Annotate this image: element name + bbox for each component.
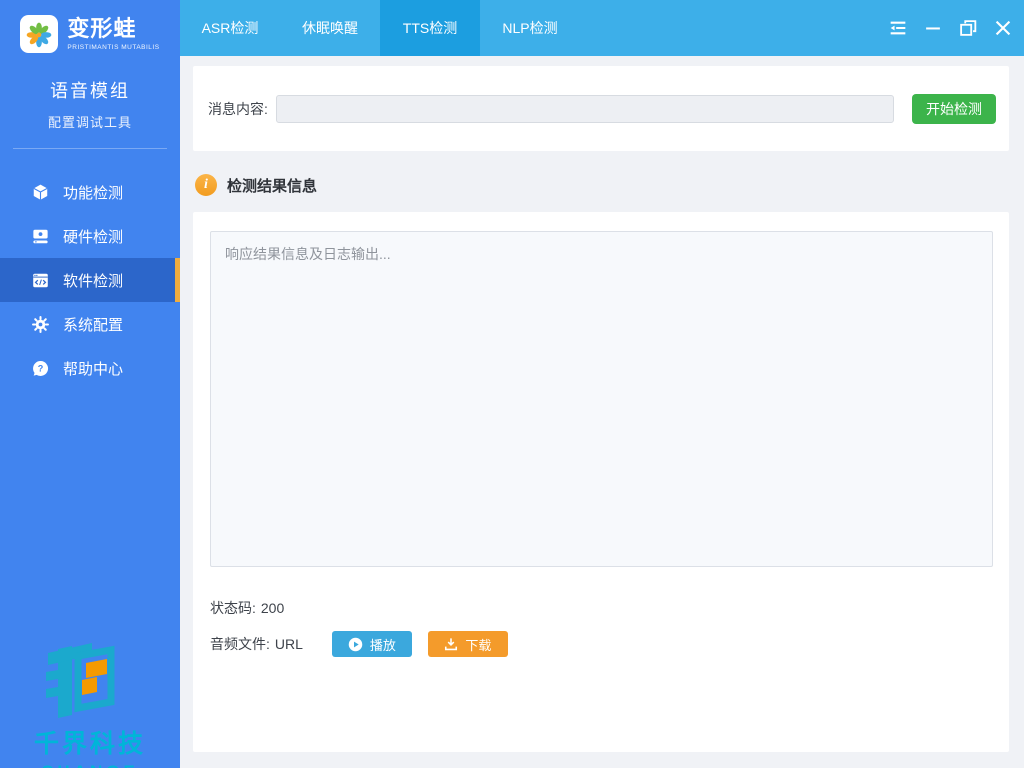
hardware-icon bbox=[33, 229, 48, 243]
maximize-icon bbox=[960, 20, 977, 36]
collapse-menu-button[interactable] bbox=[886, 16, 910, 40]
maximize-button[interactable] bbox=[956, 16, 980, 40]
tab-tts-detection[interactable]: TTS检测 bbox=[380, 0, 480, 56]
audio-value: URL bbox=[274, 636, 303, 652]
watermark-logo: 千界科技 —CHANGE— bbox=[0, 638, 180, 768]
play-button[interactable]: 播放 bbox=[331, 631, 412, 657]
cube-icon bbox=[33, 184, 48, 200]
app-logo-text: 变形蛙 PRISTIMANTIS MUTABILIS bbox=[67, 15, 160, 52]
result-section-header: i 检测结果信息 bbox=[195, 173, 1024, 197]
result-panel: 状态码:200 音频文件:URL 播放 下载 bbox=[193, 212, 1009, 752]
help-icon: ? bbox=[33, 360, 49, 376]
sidebar-item-label: 系统配置 bbox=[63, 316, 124, 334]
main-content: 消息内容: 开始检测 i 检测结果信息 状态码:200 音频文件:URL 播放 bbox=[180, 56, 1024, 768]
message-input[interactable] bbox=[275, 94, 894, 123]
app-logo: 变形蛙 PRISTIMANTIS MUTABILIS bbox=[0, 0, 180, 53]
sidebar-nav: 功能检测 硬件检测 软件检测 系统配置 ? 帮助中心 bbox=[0, 170, 180, 390]
sidebar: 变形蛙 PRISTIMANTIS MUTABILIS 语音模组 配置调试工具 功… bbox=[0, 0, 180, 768]
module-subtitle: 配置调试工具 bbox=[47, 115, 132, 130]
info-icon: i bbox=[195, 174, 217, 196]
sidebar-item-function-detection[interactable]: 功能检测 bbox=[0, 170, 180, 214]
sidebar-item-label: 帮助中心 bbox=[63, 360, 124, 378]
sidebar-item-label: 软件检测 bbox=[63, 272, 124, 290]
sidebar-item-hardware-detection[interactable]: 硬件检测 bbox=[0, 214, 180, 258]
sidebar-item-label: 功能检测 bbox=[63, 184, 124, 202]
download-button[interactable]: 下载 bbox=[427, 631, 508, 657]
watermark-subtitle: —CHANGE— bbox=[20, 762, 160, 768]
start-detection-button[interactable]: 开始检测 bbox=[912, 93, 996, 124]
module-title: 语音模组 bbox=[50, 81, 130, 101]
message-panel: 消息内容: 开始检测 bbox=[193, 66, 1009, 151]
minimize-icon bbox=[926, 27, 940, 30]
message-label: 消息内容: bbox=[208, 100, 268, 117]
tab-sleep-wake[interactable]: 休眠唤醒 bbox=[280, 0, 380, 56]
gear-icon bbox=[32, 315, 49, 333]
collapse-menu-icon bbox=[890, 21, 906, 35]
status-value: 200 bbox=[260, 600, 285, 616]
sidebar-item-software-detection[interactable]: 软件检测 bbox=[0, 258, 180, 302]
close-button[interactable] bbox=[991, 16, 1015, 40]
sidebar-item-system-config[interactable]: 系统配置 bbox=[0, 302, 180, 346]
result-section-title: 检测结果信息 bbox=[227, 177, 318, 195]
result-output-textarea[interactable] bbox=[210, 231, 993, 567]
app-logo-title: 变形蛙 bbox=[67, 15, 137, 41]
app-logo-subtitle: PRISTIMANTIS MUTABILIS bbox=[67, 44, 160, 52]
sidebar-divider bbox=[13, 148, 167, 149]
window-controls bbox=[886, 0, 1024, 56]
tab-strip: ASR检测 休眠唤醒 TTS检测 NLP检测 bbox=[180, 0, 580, 56]
status-row: 状态码: 200 bbox=[210, 598, 993, 618]
sidebar-item-label: 硬件检测 bbox=[63, 228, 124, 246]
tab-asr-detection[interactable]: ASR检测 bbox=[180, 0, 280, 56]
watermark-title: 千界科技 bbox=[33, 730, 146, 758]
play-icon bbox=[348, 637, 363, 651]
sidebar-item-help-center[interactable]: ? 帮助中心 bbox=[0, 346, 180, 390]
close-icon bbox=[995, 20, 1011, 36]
minimize-button[interactable] bbox=[921, 16, 945, 40]
app-logo-icon bbox=[20, 15, 59, 53]
download-icon bbox=[445, 638, 458, 651]
audio-label: 音频文件: bbox=[210, 636, 270, 652]
watermark-flag-icon bbox=[46, 643, 115, 718]
audio-row: 音频文件: URL 播放 下载 bbox=[210, 631, 993, 657]
svg-text:?: ? bbox=[38, 363, 44, 373]
tab-nlp-detection[interactable]: NLP检测 bbox=[480, 0, 580, 56]
status-label: 状态码: bbox=[210, 600, 256, 616]
app-window: 变形蛙 PRISTIMANTIS MUTABILIS 语音模组 配置调试工具 功… bbox=[0, 0, 1024, 768]
header-bar: ASR检测 休眠唤醒 TTS检测 NLP检测 bbox=[180, 0, 1024, 56]
code-window-icon bbox=[33, 273, 48, 287]
